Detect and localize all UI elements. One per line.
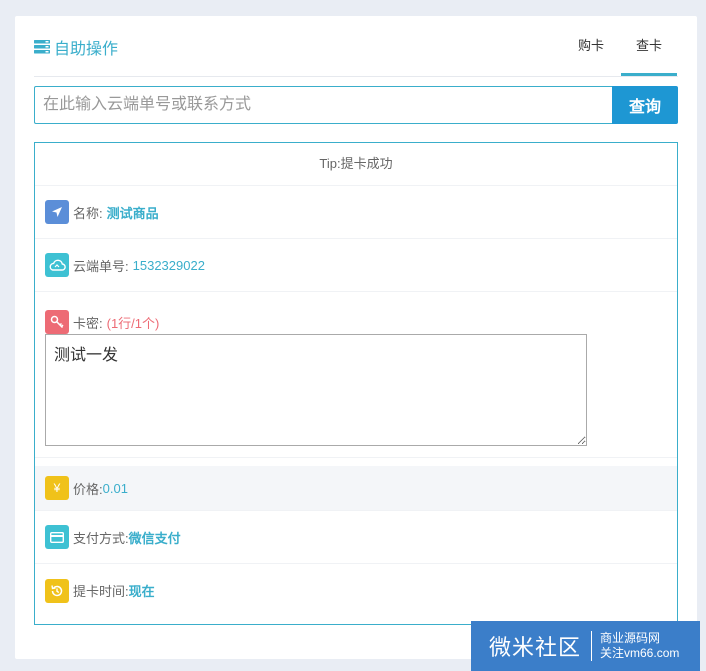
price-value: 0.01 <box>102 480 128 496</box>
watermark-sub-line-2: 关注vm66.com <box>600 646 680 660</box>
payment-method-label: 支付方式: <box>73 530 129 546</box>
location-arrow-icon <box>45 200 69 224</box>
card-key-textarea[interactable]: 测试一发 <box>45 334 587 446</box>
payment-method-row: 支付方式: 微信支付 <box>35 511 677 564</box>
cloud-icon <box>45 253 69 277</box>
key-icon <box>45 310 69 334</box>
card-key-row: 卡密: (1行/1个) 测试一发 <box>35 292 677 458</box>
search-bar: 查询 <box>34 86 678 124</box>
watermark-banner: 微米社区 商业源码网 关注vm66.com <box>471 621 700 671</box>
pickup-time-label: 提卡时间: <box>73 584 129 599</box>
tab-query-card[interactable]: 查卡 <box>621 16 677 76</box>
watermark-sub-line-1: 商业源码网 <box>600 631 661 645</box>
card-key-count: (1行/1个) <box>106 315 160 331</box>
search-input[interactable] <box>34 86 612 124</box>
history-icon <box>45 578 69 603</box>
server-list-icon <box>34 40 50 54</box>
page-title: 自助操作 <box>34 36 118 58</box>
order-number-value: 1532329022 <box>132 257 205 273</box>
order-number-row: 云端单号: 1532329022 <box>35 239 677 292</box>
main-card: 自助操作 购卡 查卡 查询 Tip:提卡成功 名称: 测试商品 云端单号: 15… <box>15 16 697 659</box>
watermark-sub-text: 商业源码网 关注vm66.com <box>600 631 679 661</box>
order-number-label: 云端单号: <box>73 258 129 274</box>
product-name-value: 测试商品 <box>106 205 159 221</box>
yen-icon: ¥ <box>45 476 69 500</box>
pickup-time-value: 现在 <box>128 584 155 599</box>
price-label: 价格: <box>73 481 103 497</box>
card-key-label: 卡密: <box>73 315 103 331</box>
result-panel: Tip:提卡成功 名称: 测试商品 云端单号: 1532329022 卡密: (… <box>34 142 678 625</box>
product-name-row: 名称: 测试商品 <box>35 186 677 239</box>
card-key-header: 卡密: (1行/1个) <box>45 310 677 334</box>
page-title-text: 自助操作 <box>54 41 119 58</box>
price-row: ¥ 价格: 0.01 <box>35 466 677 511</box>
tip-message: Tip:提卡成功 <box>35 143 677 186</box>
credit-card-icon <box>45 525 69 549</box>
query-button[interactable]: 查询 <box>612 86 678 124</box>
watermark-main-text: 微米社区 <box>489 635 582 660</box>
card-header: 自助操作 购卡 查卡 <box>34 16 678 77</box>
product-name-label: 名称: <box>73 205 103 221</box>
watermark-divider <box>591 631 593 661</box>
payment-method-value: 微信支付 <box>128 530 181 546</box>
pickup-time-row: 提卡时间: 现在 <box>35 564 677 617</box>
tab-buy-card[interactable]: 购卡 <box>569 16 613 75</box>
